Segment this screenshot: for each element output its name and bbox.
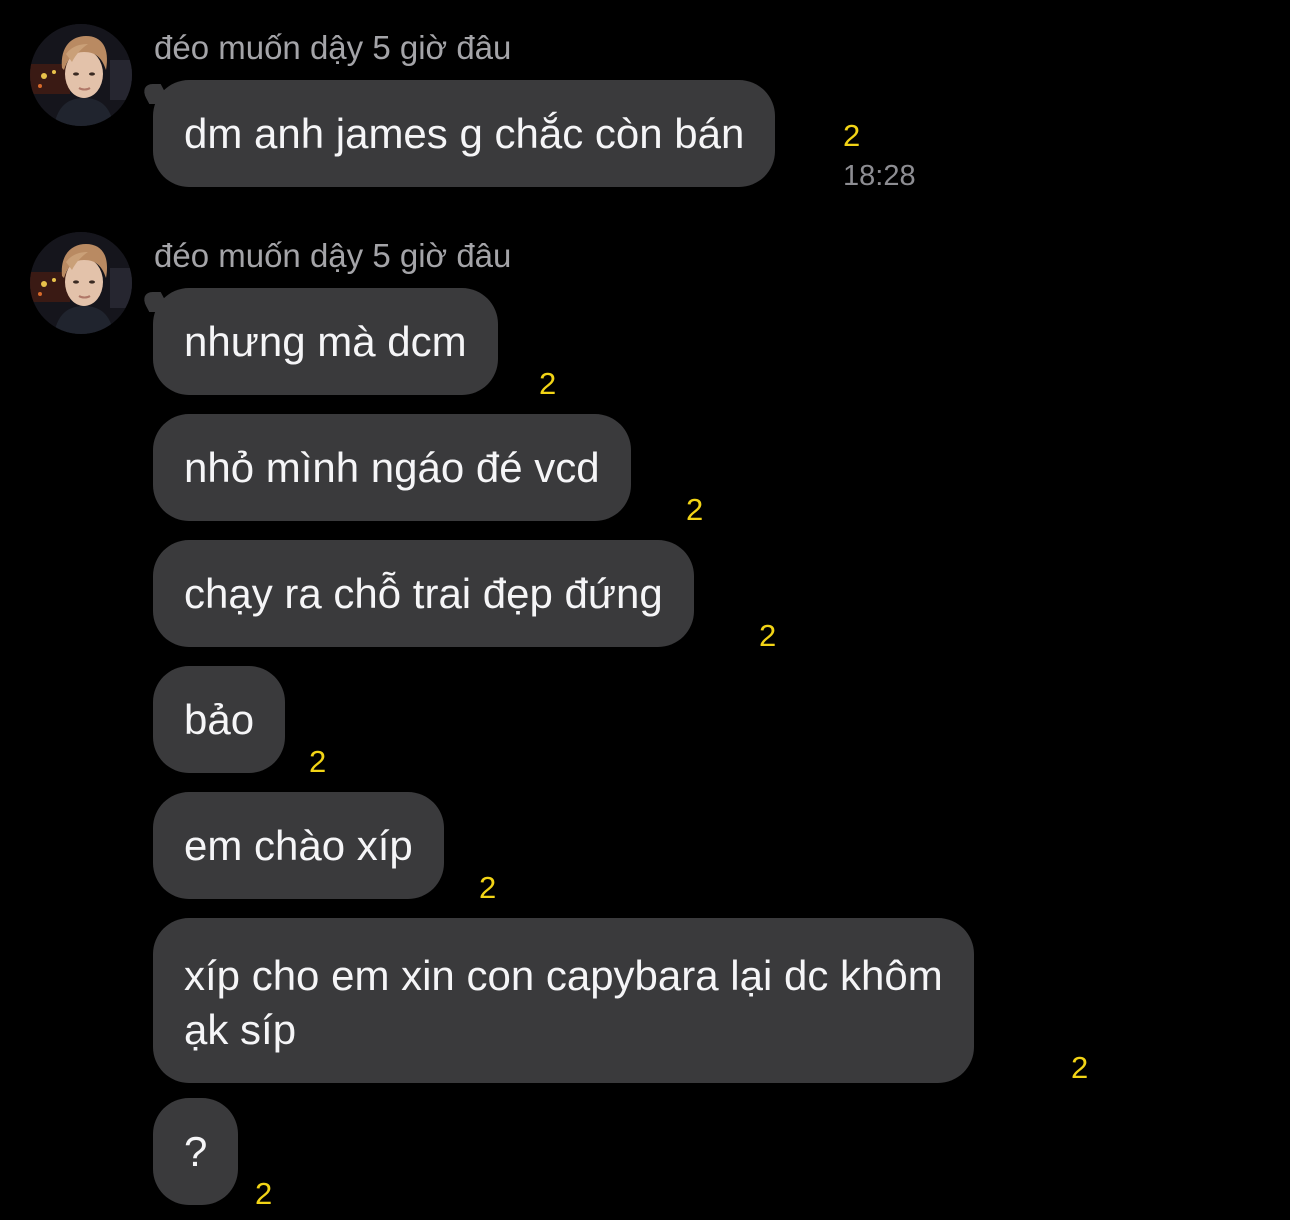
- seen-count-badge: 2: [1071, 1050, 1089, 1085]
- message-text-line: ạk síp: [184, 1006, 297, 1053]
- message-bubble[interactable]: nhỏ mình ngáo đé vcd: [153, 414, 631, 521]
- avatar-photo-icon: [30, 232, 132, 334]
- seen-count-badge: 2: [479, 870, 497, 905]
- seen-count-badge: 2: [843, 118, 861, 153]
- seen-count-badge: 2: [309, 744, 327, 779]
- seen-count-badge: 2: [759, 618, 777, 653]
- seen-count-badge: 2: [686, 492, 704, 527]
- sender-avatar[interactable]: [30, 232, 132, 334]
- sender-name: đéo muốn dậy 5 giờ đâu: [154, 237, 512, 274]
- message-bubble[interactable]: ?: [153, 1098, 239, 1205]
- avatar-photo-icon: [30, 24, 132, 126]
- message-bubble[interactable]: xíp cho em xin con capybara lại dc khôm …: [153, 918, 974, 1083]
- sender-name: đéo muốn dậy 5 giờ đâu: [154, 29, 512, 66]
- message-bubble[interactable]: dm anh james g chắc còn bán: [153, 80, 776, 187]
- message-text-line: xíp cho em xin con capybara lại dc khôm: [184, 952, 943, 999]
- message-bubble[interactable]: nhưng mà dcm: [153, 288, 498, 395]
- sender-avatar[interactable]: [30, 24, 132, 126]
- message-bubble[interactable]: bảo: [153, 666, 286, 773]
- message-timestamp: 18:28: [843, 160, 916, 192]
- message-bubble[interactable]: chạy ra chỗ trai đẹp đứng: [153, 540, 694, 647]
- seen-count-badge: 2: [539, 366, 557, 401]
- seen-count-badge: 2: [255, 1176, 273, 1211]
- message-bubble[interactable]: em chào xíp: [153, 792, 444, 899]
